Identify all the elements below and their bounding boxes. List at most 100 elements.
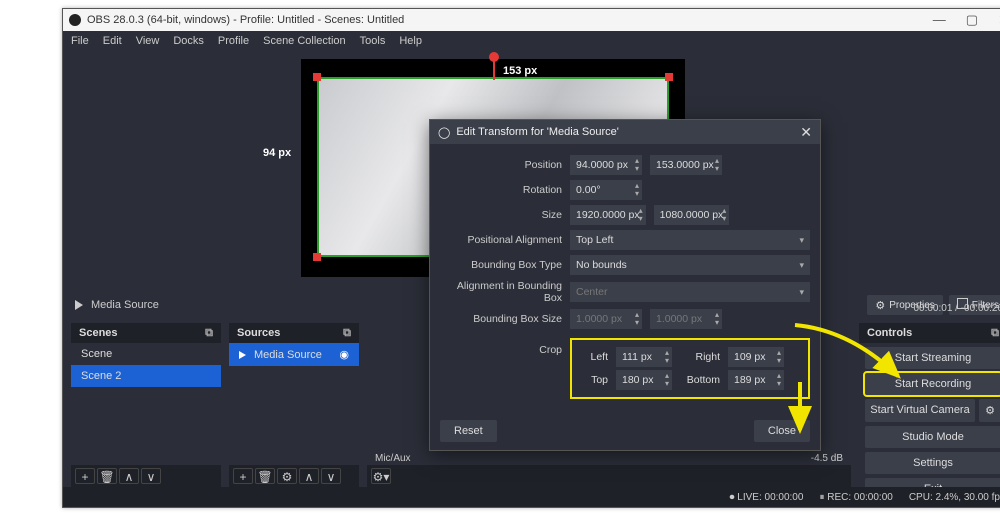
dialog-title: Edit Transform for 'Media Source' [456, 126, 619, 138]
scenes-list[interactable]: Scene Scene 2 [71, 343, 221, 465]
handle-bl[interactable] [313, 253, 321, 261]
scene-up-button[interactable]: ∧ [119, 468, 139, 484]
position-x-input[interactable]: 94.0000 px▴▾ [570, 155, 642, 175]
remove-scene-button[interactable]: 🗑 [97, 468, 117, 484]
controls-dock: Controls ⧉ Start Streaming Start Recordin… [859, 323, 1000, 487]
label-crop-left: Left [578, 351, 608, 363]
gear-icon [875, 299, 885, 312]
mixer-db: -4.5 dB [811, 453, 843, 464]
window-title: OBS 28.0.3 (64-bit, windows) - Profile: … [87, 14, 404, 26]
edit-transform-dialog[interactable]: ◯ Edit Transform for 'Media Source' ✕ Po… [429, 119, 821, 451]
close-button[interactable]: Close [754, 420, 810, 442]
visibility-icon[interactable]: ◉ [339, 348, 349, 361]
size-h-input[interactable]: 1080.0000 px▴▾ [654, 205, 730, 225]
obs-icon [69, 14, 81, 26]
crop-left-input[interactable]: 111 px▴▾ [616, 347, 672, 367]
status-rec: ⏸ REC: 00:00:00 [819, 492, 892, 503]
menu-profile[interactable]: Profile [218, 35, 249, 47]
label-position: Position [440, 159, 562, 171]
menu-edit[interactable]: Edit [103, 35, 122, 47]
source-down-button[interactable]: ∨ [321, 468, 341, 484]
scenes-title: Scenes [79, 327, 118, 339]
obs-window: OBS 28.0.3 (64-bit, windows) - Profile: … [62, 8, 1000, 508]
maximize-button[interactable]: ▢ [966, 12, 978, 28]
label-rotation: Rotation [440, 184, 562, 196]
label-crop-right: Right [680, 351, 720, 363]
crop-right-input[interactable]: 109 px▴▾ [728, 347, 784, 367]
bb-type-select[interactable]: No bounds▾ [570, 255, 810, 275]
label-pos-align: Positional Alignment [440, 234, 562, 246]
label-align-bb: Alignment in Bounding Box [440, 280, 562, 304]
sources-title: Sources [237, 327, 280, 339]
sources-list[interactable]: Media Source ◉ [229, 343, 359, 465]
crop-bottom-input[interactable]: 189 px▴▾ [728, 370, 784, 390]
popout-icon[interactable]: ⧉ [343, 327, 351, 340]
add-source-button[interactable]: + [233, 468, 253, 484]
position-y-input[interactable]: 153.0000 px▴▾ [650, 155, 722, 175]
exit-button[interactable]: Exit [865, 478, 1000, 487]
popout-icon[interactable]: ⧉ [991, 327, 999, 340]
rotation-input[interactable]: 0.00°▴▾ [570, 180, 642, 200]
label-bb-type: Bounding Box Type [440, 259, 562, 271]
play-icon[interactable] [75, 300, 83, 310]
status-cpu: CPU: 2.4%, 30.00 fps [909, 492, 1000, 503]
dialog-footer: Reset Close [440, 420, 810, 442]
source-item[interactable]: Media Source ◉ [229, 343, 359, 366]
label-crop: Crop [440, 334, 562, 356]
dialog-close-button[interactable]: ✕ [800, 124, 812, 141]
label-crop-bottom: Bottom [680, 374, 720, 386]
menubar: File Edit View Docks Profile Scene Colle… [63, 31, 1000, 51]
controls-title: Controls [867, 327, 912, 339]
handle-tr[interactable] [665, 73, 673, 81]
align-bb-select: Center▾ [570, 282, 810, 302]
top-marker[interactable] [493, 56, 495, 80]
start-virtual-cam-button[interactable]: Start Virtual Camera [865, 399, 975, 422]
scene-item[interactable]: Scene [71, 343, 221, 365]
scene-down-button[interactable]: ∨ [141, 468, 161, 484]
settings-button[interactable]: Settings [865, 452, 1000, 474]
vcam-settings-button[interactable]: ⚙ [979, 399, 1000, 422]
menu-help[interactable]: Help [399, 35, 422, 47]
top-px-label: 153 px [503, 65, 537, 77]
size-w-input[interactable]: 1920.0000 px▴▾ [570, 205, 646, 225]
bb-w-input: 1.0000 px▴▾ [570, 309, 642, 329]
menu-file[interactable]: File [71, 35, 89, 47]
reset-button[interactable]: Reset [440, 420, 497, 442]
media-icon [239, 351, 246, 359]
sources-footer: + 🗑 ⚙ ∧ ∨ [229, 465, 359, 487]
bb-h-input: 1.0000 px▴▾ [650, 309, 722, 329]
crop-highlight: Left 111 px▴▾ Right 109 px▴▾ Top 180 px▴… [570, 338, 810, 399]
source-props-button[interactable]: ⚙ [277, 468, 297, 484]
pos-align-select[interactable]: Top Left▾ [570, 230, 810, 250]
scene-item[interactable]: Scene 2 [71, 365, 221, 387]
add-scene-button[interactable]: + [75, 468, 95, 484]
menu-tools[interactable]: Tools [360, 35, 386, 47]
source-label: Media Source [91, 299, 159, 311]
status-live: ⏺ LIVE: 00:00:00 [729, 492, 803, 503]
source-up-button[interactable]: ∧ [299, 468, 319, 484]
mixer-menu-button[interactable]: ⚙▾ [371, 468, 391, 484]
audio-mixer: Mic/Aux -4.5 dB [367, 451, 851, 465]
studio-mode-button[interactable]: Studio Mode [865, 426, 1000, 448]
crop-top-input[interactable]: 180 px▴▾ [616, 370, 672, 390]
dialog-titlebar[interactable]: ◯ Edit Transform for 'Media Source' ✕ [430, 120, 820, 144]
menu-docks[interactable]: Docks [173, 35, 204, 47]
start-recording-button[interactable]: Start Recording [865, 373, 1000, 395]
menu-scene-collection[interactable]: Scene Collection [263, 35, 346, 47]
media-time: 00:00:01 / -00:00:26 [913, 303, 1000, 314]
titlebar: OBS 28.0.3 (64-bit, windows) - Profile: … [63, 9, 1000, 31]
remove-source-button[interactable]: 🗑 [255, 468, 275, 484]
sources-dock: Sources ⧉ Media Source ◉ + 🗑 ⚙ ∧ ∨ [229, 323, 359, 487]
minimize-button[interactable]: — [933, 12, 946, 28]
dialog-body: Position 94.0000 px▴▾ 153.0000 px▴▾ Rota… [430, 144, 820, 410]
label-size: Size [440, 209, 562, 221]
scenes-footer: + 🗑 ∧ ∨ [71, 465, 221, 487]
menu-view[interactable]: View [136, 35, 160, 47]
handle-tl[interactable] [313, 73, 321, 81]
mixer-footer: ⚙▾ [367, 465, 851, 487]
label-crop-top: Top [578, 374, 608, 386]
popout-icon[interactable]: ⧉ [205, 327, 213, 340]
statusbar: ⏺ LIVE: 00:00:00 ⏸ REC: 00:00:00 CPU: 2.… [63, 487, 1000, 507]
start-streaming-button[interactable]: Start Streaming [865, 347, 1000, 369]
dialog-icon: ◯ [438, 126, 450, 139]
